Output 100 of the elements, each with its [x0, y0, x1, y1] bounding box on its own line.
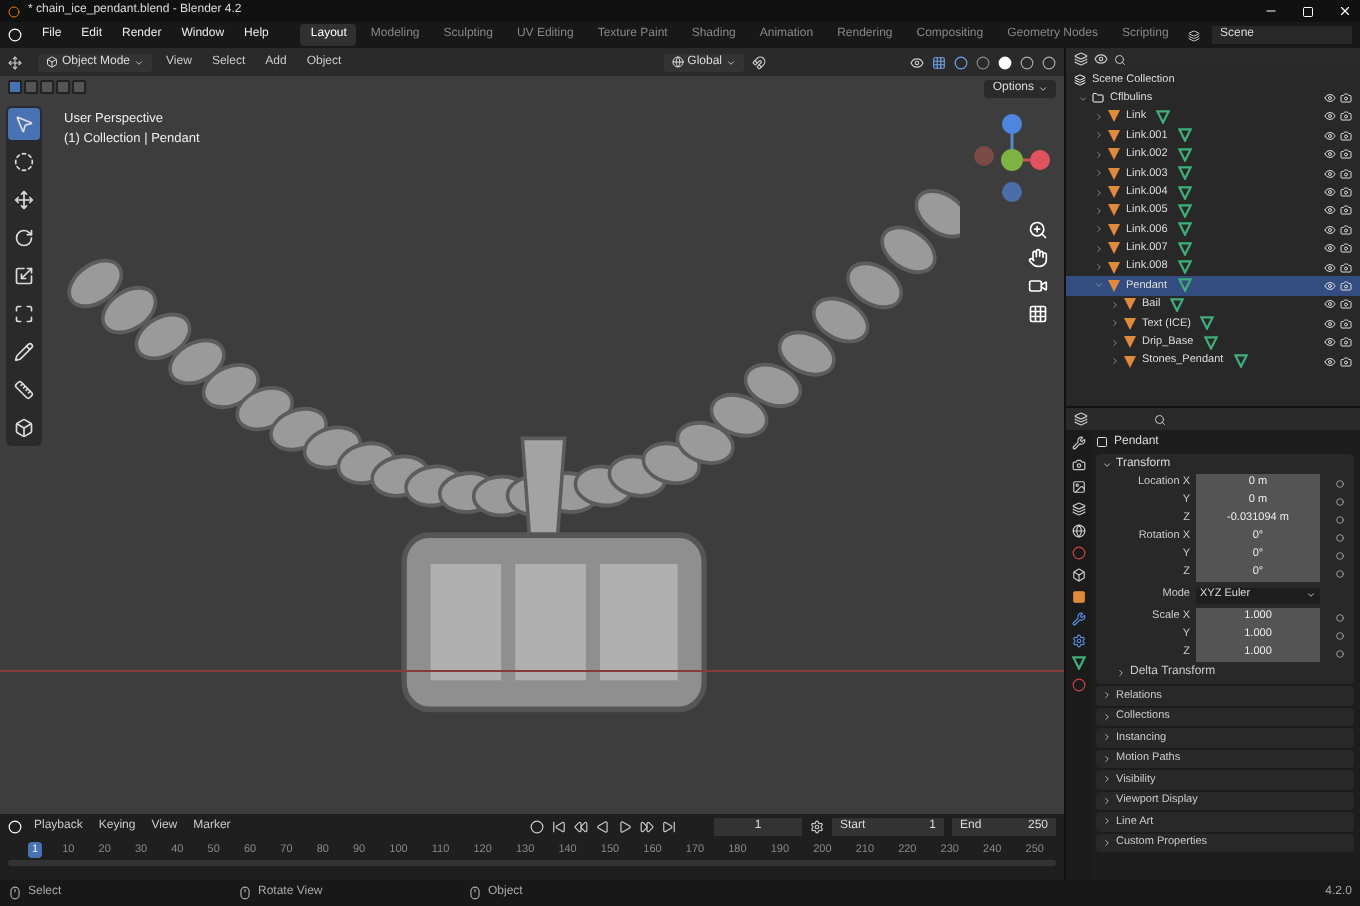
transform-pivot-icon[interactable] — [8, 55, 22, 69]
camera-icon[interactable] — [1340, 167, 1352, 180]
caret-icon — [1038, 84, 1048, 94]
eye-icon[interactable] — [1324, 110, 1336, 123]
eye-icon[interactable] — [1324, 279, 1336, 292]
select-mode-toggle[interactable] — [24, 80, 38, 94]
caret-icon — [1306, 590, 1316, 600]
grid-icon[interactable] — [1028, 304, 1048, 324]
keyframe-dot-icon[interactable] — [1336, 551, 1344, 559]
object-icon — [1096, 436, 1108, 448]
play-reverse-icon[interactable] — [596, 820, 611, 834]
jump-start-icon[interactable] — [552, 820, 567, 834]
object-tab-icon[interactable] — [1071, 590, 1085, 604]
select-mode-toggle[interactable] — [56, 80, 70, 94]
eye-icon[interactable] — [1324, 204, 1336, 217]
collection-icon — [1092, 92, 1104, 105]
camera-icon[interactable] — [1340, 110, 1352, 123]
app-logo-icon — [8, 5, 20, 17]
cube-icon — [46, 56, 58, 68]
mouse-icon — [238, 886, 252, 900]
eye-icon[interactable] — [1324, 317, 1336, 330]
select-mode-toggle[interactable] — [72, 80, 86, 94]
caret-icon — [1116, 668, 1126, 678]
world-tab-icon[interactable] — [1071, 546, 1085, 560]
editor-type-icon[interactable] — [8, 820, 22, 834]
camera-icon[interactable] — [1340, 261, 1352, 274]
render-tab-icon[interactable] — [1071, 458, 1085, 472]
camera-icon[interactable] — [1340, 186, 1352, 199]
eye-icon[interactable] — [1324, 355, 1336, 368]
editor-type-icon[interactable] — [1074, 52, 1088, 66]
zoom-icon[interactable] — [1028, 220, 1048, 240]
camera-icon[interactable] — [1340, 355, 1352, 368]
caret-icon — [1102, 459, 1112, 469]
select-tool-icon[interactable] — [8, 108, 40, 140]
previous-keyframe-icon[interactable] — [574, 820, 589, 834]
editor-type-icon[interactable] — [1074, 412, 1088, 426]
eye-icon[interactable] — [1324, 242, 1336, 255]
maximize-icon[interactable] — [1302, 5, 1314, 17]
scene-icon — [1188, 29, 1200, 41]
camera-view-icon[interactable] — [1028, 276, 1048, 296]
keyframe-dot-icon[interactable] — [1336, 569, 1344, 577]
view-layer-tab-icon[interactable] — [1071, 502, 1085, 516]
search-icon[interactable] — [1114, 53, 1126, 65]
collection-tab-icon[interactable] — [1071, 568, 1085, 582]
mouse-icon — [468, 886, 482, 900]
rendered-shading-icon[interactable] — [1042, 55, 1056, 69]
camera-icon[interactable] — [1340, 223, 1352, 236]
eye-icon[interactable] — [1324, 223, 1336, 236]
eye-icon[interactable] — [1324, 336, 1336, 349]
minimize-icon[interactable] — [1264, 4, 1278, 18]
close-icon[interactable] — [1338, 4, 1352, 18]
camera-icon[interactable] — [1340, 204, 1352, 217]
keyframe-dot-icon[interactable] — [1336, 515, 1344, 523]
jump-end-icon[interactable] — [662, 820, 677, 834]
visibility-icon[interactable] — [910, 55, 924, 69]
camera-icon[interactable] — [1340, 129, 1352, 142]
cursor-tool-icon[interactable] — [8, 146, 40, 178]
hand-icon[interactable] — [1028, 248, 1048, 268]
overlay-icon[interactable] — [954, 55, 968, 69]
keyframe-dot-icon[interactable] — [1336, 613, 1344, 621]
record-icon[interactable] — [530, 820, 545, 834]
eye-icon[interactable] — [1324, 186, 1336, 199]
eye-icon[interactable] — [1324, 129, 1336, 142]
scene-collection-icon — [1074, 73, 1086, 86]
keyframe-dot-icon[interactable] — [1336, 497, 1344, 505]
modifier-tab-icon[interactable] — [1071, 612, 1085, 626]
output-tab-icon[interactable] — [1071, 480, 1085, 494]
eye-icon[interactable] — [1324, 92, 1336, 105]
keyframe-dot-icon[interactable] — [1336, 631, 1344, 639]
eye-icon[interactable] — [1324, 298, 1336, 311]
play-icon[interactable] — [618, 820, 633, 834]
tool-tab-icon[interactable] — [1071, 436, 1085, 450]
camera-icon[interactable] — [1340, 279, 1352, 292]
material-shading-icon[interactable] — [1020, 55, 1034, 69]
select-mode-toggle[interactable] — [8, 80, 22, 94]
camera-icon[interactable] — [1340, 298, 1352, 311]
eye-icon[interactable] — [1324, 148, 1336, 161]
keyframe-dot-icon[interactable] — [1336, 479, 1344, 487]
search-icon[interactable] — [1154, 413, 1166, 425]
snap-icon[interactable] — [752, 55, 766, 69]
scene-tab-icon[interactable] — [1071, 524, 1085, 538]
axis-gizmo-drawing — [972, 112, 1052, 208]
camera-icon[interactable] — [1340, 242, 1352, 255]
eye-icon[interactable] — [1324, 167, 1336, 180]
next-keyframe-icon[interactable] — [640, 820, 655, 834]
material-tab-icon[interactable] — [1071, 678, 1085, 692]
camera-icon[interactable] — [1340, 148, 1352, 161]
solid-shading-icon[interactable] — [998, 55, 1012, 69]
camera-icon[interactable] — [1340, 336, 1352, 349]
camera-icon[interactable] — [1340, 317, 1352, 330]
keyframe-dot-icon[interactable] — [1336, 533, 1344, 541]
wireframe-shading-icon[interactable] — [976, 55, 990, 69]
data-tab-icon — [1071, 656, 1085, 670]
keyframe-dot-icon[interactable] — [1336, 649, 1344, 657]
select-mode-toggle[interactable] — [40, 80, 54, 94]
physics-tab-icon[interactable] — [1071, 634, 1085, 648]
caret-icon — [726, 57, 736, 67]
caret-icon — [134, 57, 145, 67]
eye-icon[interactable] — [1324, 261, 1336, 274]
camera-icon[interactable] — [1340, 92, 1352, 105]
